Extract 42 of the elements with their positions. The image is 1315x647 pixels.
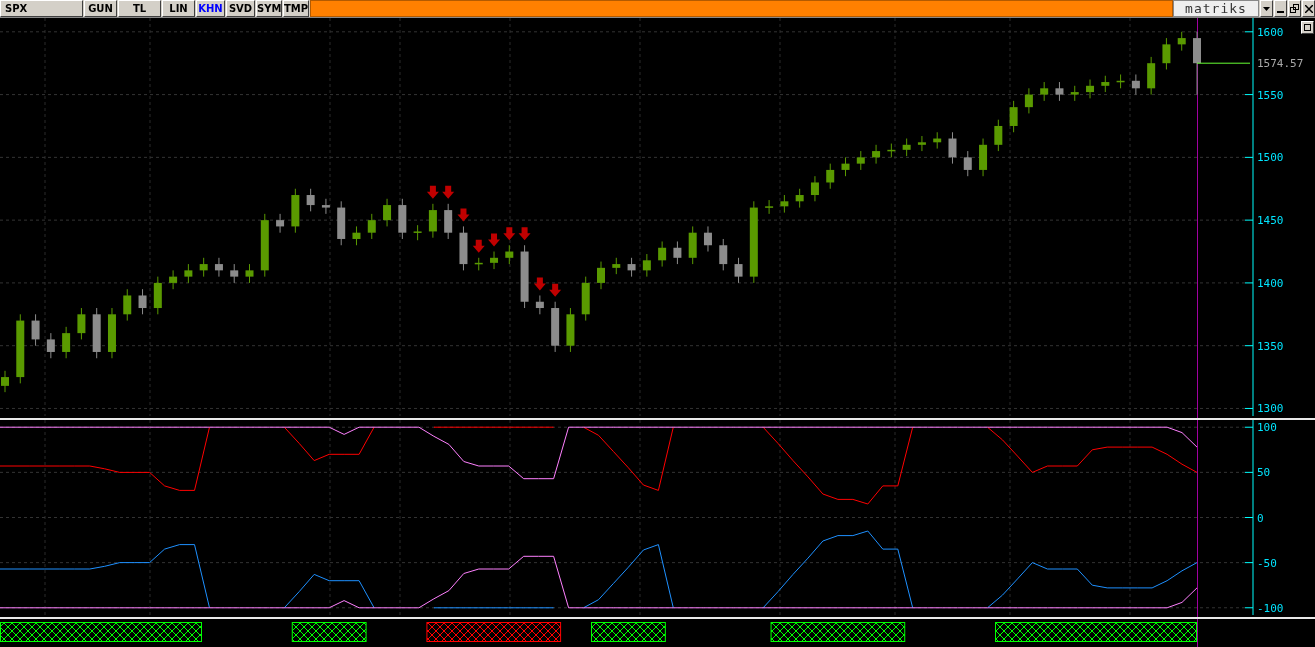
candlestick — [428, 203, 437, 239]
restore-button[interactable] — [1301, 21, 1314, 34]
close-button[interactable] — [1302, 0, 1315, 17]
candlestick — [490, 251, 499, 270]
axis-label: 1300 — [1257, 402, 1284, 416]
candlestick — [505, 244, 514, 265]
last-price-label: 1574.57 — [1257, 57, 1304, 71]
close-icon — [1304, 4, 1313, 13]
axis-label: 1350 — [1257, 339, 1284, 353]
last-price-line — [1196, 62, 1251, 64]
axis-label: -50 — [1257, 556, 1277, 570]
toolbar-button[interactable]: SVD — [226, 0, 255, 17]
minimize-icon — [1277, 10, 1284, 13]
brand-logo: matriks — [1173, 0, 1259, 17]
axis-label: 1400 — [1257, 276, 1284, 290]
maximize-button[interactable] — [1288, 0, 1301, 17]
axis-label: 1450 — [1257, 214, 1284, 228]
square-icon — [1304, 24, 1311, 31]
candlestick — [459, 225, 468, 271]
dropdown-button[interactable] — [1260, 0, 1273, 17]
toolbar-button[interactable]: TMP — [283, 0, 309, 17]
candlestick — [551, 301, 560, 353]
axis-label: 1500 — [1257, 151, 1284, 165]
candlestick — [474, 257, 483, 271]
axis-label: 1600 — [1257, 25, 1284, 39]
candlestick — [535, 294, 544, 315]
toolbar-button[interactable]: LIN — [162, 0, 195, 17]
restore-icon — [1290, 4, 1299, 13]
axis-label: 100 — [1257, 421, 1277, 435]
caret-icon — [1263, 6, 1270, 11]
toolbar-button[interactable]: TL — [118, 0, 161, 17]
axis-label: 1550 — [1257, 88, 1284, 102]
candlestick — [444, 203, 453, 240]
minimize-button[interactable] — [1274, 0, 1287, 17]
toolbar-button[interactable]: GUN — [84, 0, 117, 17]
axis-label: 50 — [1257, 466, 1271, 480]
toolbar-button[interactable]: KHN — [196, 0, 225, 17]
axis-label: 0 — [1257, 511, 1264, 525]
axis-label: -100 — [1257, 601, 1284, 615]
candlestick — [520, 244, 529, 309]
toolbar-button[interactable]: SYM — [256, 0, 282, 17]
symbol-button[interactable]: SPX — [0, 0, 83, 17]
